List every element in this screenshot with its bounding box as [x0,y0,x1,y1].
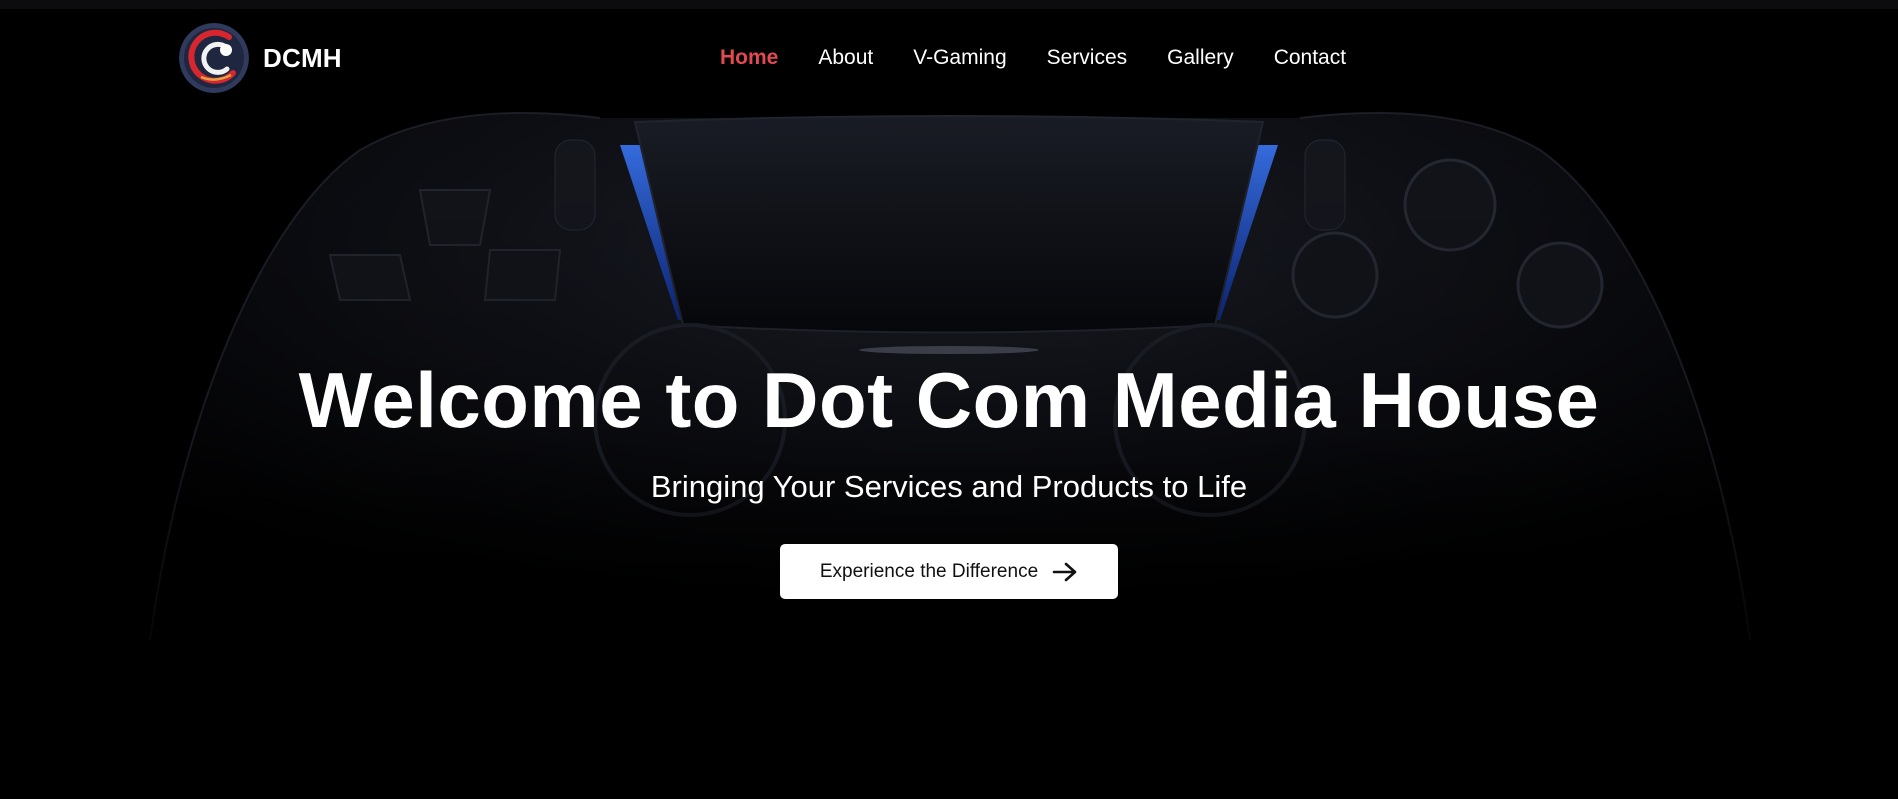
dcmh-logo-icon[interactable] [179,23,249,93]
navbar: DCMH Home About V-Gaming Services Galler… [0,9,1898,107]
nav-link-services[interactable]: Services [1047,46,1128,70]
hero-title: Welcome to Dot Com Media House [298,356,1600,444]
page: DCMH Home About V-Gaming Services Galler… [0,0,1898,799]
main-nav: Home About V-Gaming Services Gallery Con… [700,9,1366,107]
nav-link-about[interactable]: About [818,46,873,70]
brand-name[interactable]: DCMH [263,43,342,74]
nav-link-gallery[interactable]: Gallery [1167,46,1234,70]
experience-the-difference-button[interactable]: Experience the Difference [780,544,1118,599]
nav-link-home[interactable]: Home [720,46,778,70]
hero: Welcome to Dot Com Media House Bringing … [0,350,1898,599]
cta-label: Experience the Difference [819,560,1039,582]
arrow-right-icon [1052,561,1078,583]
brand[interactable]: DCMH [179,22,342,94]
hero-subtitle: Bringing Your Services and Products to L… [650,469,1248,504]
nav-link-v-gaming[interactable]: V-Gaming [913,46,1006,70]
nav-link-contact[interactable]: Contact [1274,46,1346,70]
